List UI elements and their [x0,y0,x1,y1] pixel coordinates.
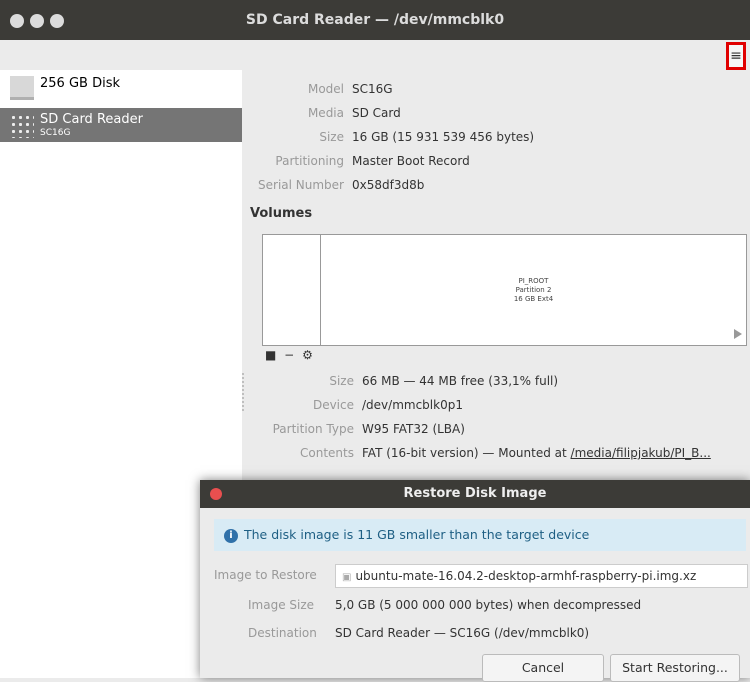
restore-disk-image-dialog: Restore Disk Image i The disk image is 11… [200,480,750,682]
minus-icon[interactable]: − [284,348,294,362]
sidebar-item-label: SD Card Reader [40,112,143,127]
info-icon: i [224,528,238,543]
property-key: Device [312,398,354,412]
volume-partition-type: Partition Type [250,422,354,442]
property-key: Serial Number [258,178,344,192]
property-key: Size [329,374,354,388]
window-title: SD Card Reader — /dev/mmcblk0 [245,12,505,28]
dialog-titlebar: Restore Disk Image [200,480,750,508]
property-size: Size [250,130,344,150]
property-value: FAT (16-bit version) — Mounted at /media… [362,446,711,460]
window-titlebar: SD Card Reader — /dev/mmcblk0 [0,0,750,40]
image-file-name: ubuntu-mate-16.04.2-desktop-armhf-raspbe… [355,569,697,583]
gear-icon[interactable]: ⚙ [302,348,313,362]
sidebar-item-label: 256 GB Disk [40,76,120,91]
property-value: SC16G [352,82,393,96]
hamburger-menu-icon[interactable]: ≡ [726,42,746,70]
image-size-label: Image Size [248,598,315,612]
property-key: Partition Type [272,422,354,436]
property-value: W95 FAT32 (LBA) [362,422,465,436]
partition-name: PI_ROOT [518,277,549,285]
property-value: Master Boot Record [352,154,470,168]
disk-icon [10,76,34,100]
property-key: Contents [300,446,354,460]
sidebar-item-sublabel: SC16G [40,128,71,138]
destination-label: Destination [248,626,317,640]
property-value: SD Card [352,106,401,120]
partition-size: 16 GB Ext4 [513,295,554,303]
sd-card-icon [10,114,34,138]
property-value: 66 MB — 44 MB free (33,1% full) [362,374,559,388]
partition-1-block[interactable] [263,235,321,345]
image-to-restore-label: Image to Restore [214,568,317,582]
property-key: Media [307,106,344,120]
sidebar-item-256gb-disk[interactable]: 256 GB Disk [0,70,242,104]
property-partitioning: Partitioning [250,154,344,174]
property-model: Model [250,82,344,102]
info-message: The disk image is 11 GB smaller than the… [244,527,590,542]
image-file-chooser[interactable]: ▣ ubuntu-mate-16.04.2-desktop-armhf-raspb… [335,564,748,588]
scroll-right-icon[interactable] [734,329,742,339]
stop-icon[interactable]: ■ [265,348,276,362]
volume-graph: PI_ROOT Partition 2 16 GB Ext4 [262,234,747,346]
volume-toolbar: ■ − ⚙ [265,348,317,362]
volumes-heading: Volumes [250,206,313,221]
property-key: Partitioning [275,154,344,168]
volume-size: Size [250,374,354,394]
destination-value: SD Card Reader — SC16G (/dev/mmcblk0) [335,626,590,640]
property-value: 16 GB (15 931 539 456 bytes) [352,130,535,144]
property-media: Media [250,106,344,126]
volume-contents: Contents [250,446,354,466]
file-icon: ▣ [342,572,352,583]
property-serial-number: Serial Number [250,178,344,198]
dialog-title: Restore Disk Image [403,486,547,501]
image-size-value: 5,0 GB (5 000 000 000 bytes) when decomp… [335,598,642,612]
partition-2-block[interactable]: PI_ROOT Partition 2 16 GB Ext4 [321,235,746,345]
property-key: Model [307,82,344,96]
property-value: 0x58df3d8b [352,178,425,192]
volume-device: Device [250,398,354,418]
partition-number: Partition 2 [515,286,552,294]
contents-text: FAT (16-bit version) — Mounted at [362,446,571,460]
property-key: Size [319,130,344,144]
property-value: /dev/mmcblk0p1 [362,398,463,412]
info-bar: i The disk image is 11 GB smaller than th… [214,519,746,551]
resize-grip[interactable] [241,372,245,412]
sidebar-item-sd-card-reader[interactable]: SD Card Reader SC16G [0,108,242,142]
mount-path-link[interactable]: /media/filipjakub/PI_B... [571,446,711,460]
